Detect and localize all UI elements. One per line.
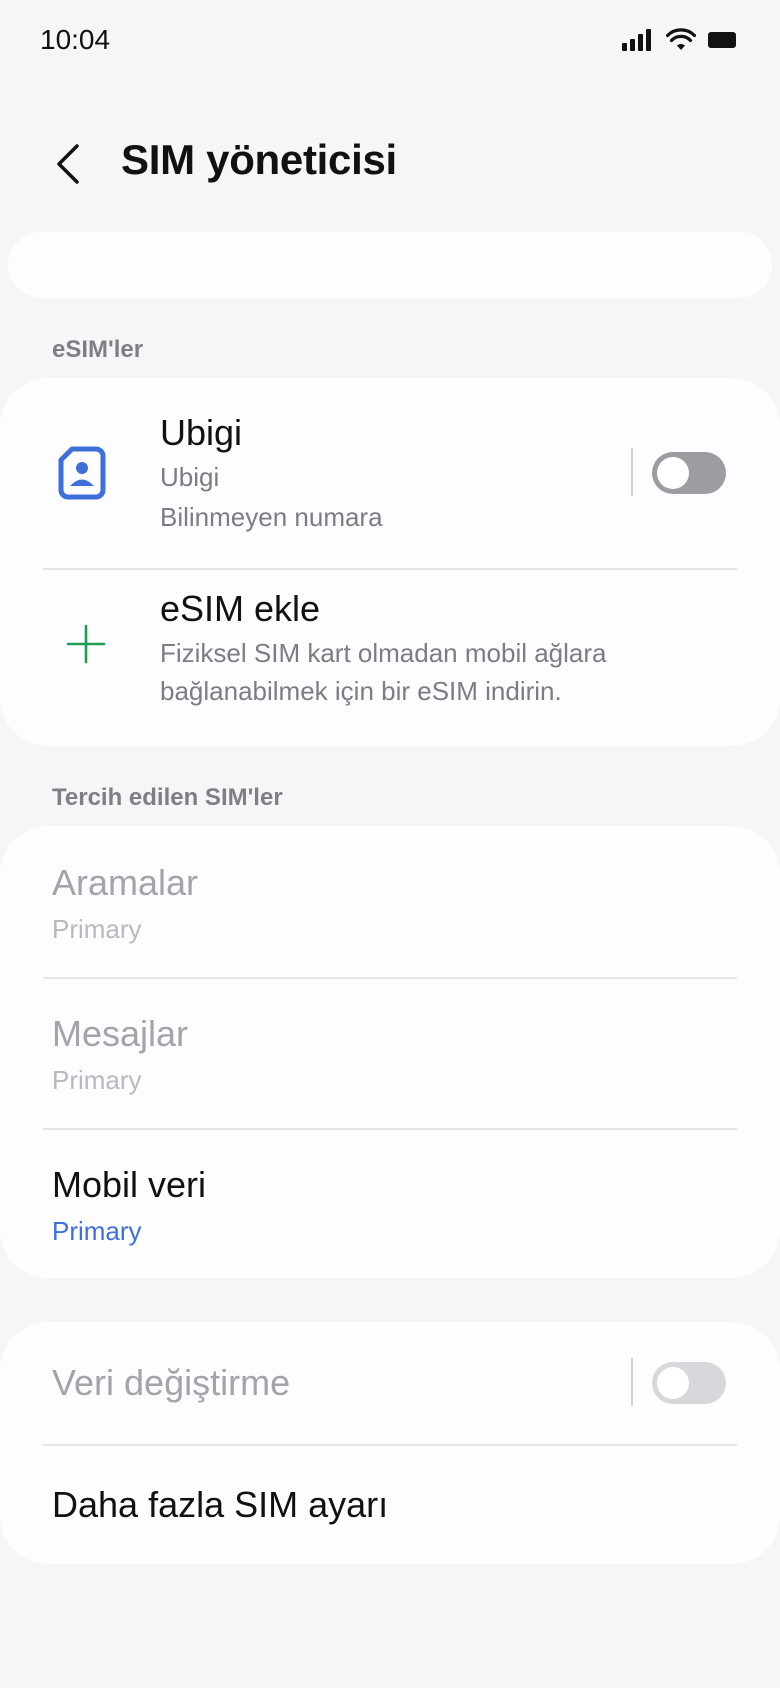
mobile-data-title: Mobil veri — [52, 1164, 207, 1205]
esim-name: Ubigi — [160, 412, 243, 453]
esim-toggle[interactable] — [652, 452, 726, 494]
esim-card: Ubigi Ubigi Bilinmeyen numara eSIM ekle … — [0, 378, 780, 746]
section-header-preferred: Tercih edilen SIM'ler — [52, 784, 283, 811]
page-title: SIM yöneticisi — [121, 136, 397, 183]
toggle-knob — [657, 457, 689, 489]
calls-value: Primary — [52, 914, 142, 944]
status-icons — [622, 28, 738, 52]
esim-number: Bilinmeyen numara — [160, 502, 383, 532]
data-switching-toggle[interactable] — [652, 1362, 726, 1404]
add-esim-title: eSIM ekle — [160, 588, 321, 629]
battery-icon — [708, 32, 736, 48]
preferred-sims-card: Aramalar Primary Mesajlar Primary Mobil … — [0, 826, 780, 1278]
esim-carrier: Ubigi — [160, 462, 220, 492]
messages-title: Mesajlar — [52, 1013, 189, 1054]
more-sim-settings-item[interactable]: Daha fazla SIM ayarı — [0, 1446, 780, 1564]
data-switching-item[interactable]: Veri değiştirme — [0, 1322, 780, 1444]
wifi-icon — [666, 28, 696, 50]
sim-summary-pill — [8, 232, 772, 298]
sim-settings-card: Veri değiştirme Daha fazla SIM ayarı — [0, 1322, 780, 1564]
chevron-left-icon — [57, 144, 79, 184]
messages-item[interactable]: Mesajlar Primary — [0, 979, 780, 1127]
toggle-separator — [631, 448, 633, 496]
esim-item-ubigi[interactable]: Ubigi Ubigi Bilinmeyen numara — [0, 378, 780, 568]
add-esim-item[interactable]: eSIM ekle Fiziksel SIM kart olmadan mobi… — [0, 570, 780, 746]
sim-card-icon — [58, 446, 106, 500]
mobile-data-value: Primary — [52, 1216, 142, 1246]
status-time: 10:04 — [40, 24, 111, 55]
add-esim-description-line1: Fiziksel SIM kart olmadan mobil ağlara — [160, 638, 607, 668]
add-esim-description-line2: bağlanabilmek için bir eSIM indirin. — [160, 676, 562, 706]
calls-title: Aramalar — [52, 862, 199, 903]
toggle-knob — [657, 1367, 689, 1399]
more-sim-settings-title: Daha fazla SIM ayarı — [52, 1484, 389, 1525]
back-button[interactable] — [44, 136, 92, 192]
signal-icon — [622, 29, 651, 51]
data-switching-title: Veri değiştirme — [52, 1362, 291, 1403]
messages-value: Primary — [52, 1065, 142, 1095]
mobile-data-item[interactable]: Mobil veri Primary — [0, 1130, 780, 1278]
toggle-separator — [631, 1358, 633, 1406]
plus-icon — [66, 624, 106, 664]
section-header-esims: eSIM'ler — [52, 336, 144, 363]
calls-item[interactable]: Aramalar Primary — [0, 826, 780, 976]
